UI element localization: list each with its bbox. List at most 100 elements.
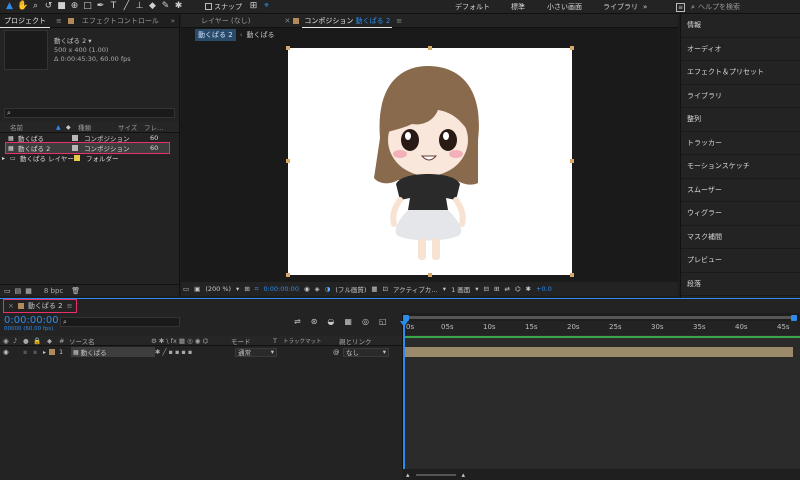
- region-icon[interactable]: ⌗: [255, 285, 259, 294]
- transparency-grid-icon[interactable]: ▦: [371, 285, 377, 293]
- camera-tool-icon[interactable]: ■: [56, 1, 67, 12]
- panel-preview[interactable]: プレビュー: [681, 249, 800, 273]
- pen-tool-icon[interactable]: ✒: [95, 1, 106, 12]
- always-preview-icon[interactable]: ▭: [183, 285, 189, 293]
- label-color-swatch[interactable]: [74, 155, 80, 161]
- clone-tool-icon[interactable]: ⊥: [134, 1, 145, 12]
- dropdown-icon[interactable]: ▾: [443, 285, 446, 293]
- draft-3d-icon[interactable]: ⊛: [311, 317, 318, 326]
- dropdown-icon[interactable]: ▾: [236, 285, 239, 293]
- playhead-handle-icon[interactable]: [400, 321, 408, 327]
- frame-blending-icon[interactable]: ▦: [344, 317, 352, 326]
- tab-composition[interactable]: コンポジション 動くぱる 2: [302, 14, 393, 28]
- layer-number-column[interactable]: #: [59, 337, 69, 345]
- timeline-timecode[interactable]: 0:00:00:00: [4, 315, 59, 326]
- playhead[interactable]: [403, 321, 405, 480]
- toggle-icon[interactable]: ⊟: [484, 285, 489, 293]
- column-mode[interactable]: モード: [231, 336, 273, 346]
- graph-editor-icon[interactable]: ◱: [379, 317, 387, 326]
- panel-mask-interpolation[interactable]: マスク補間: [681, 226, 800, 249]
- label-column-icon[interactable]: ◆: [66, 124, 78, 131]
- project-item[interactable]: ▦ 動くぱる コンポジション 60: [0, 133, 179, 143]
- panel-wiggler[interactable]: ウィグラー: [681, 202, 800, 226]
- column-frame[interactable]: フレ…: [144, 122, 168, 132]
- panel-libraries[interactable]: ライブラリ: [681, 85, 800, 108]
- puppet-tool-icon[interactable]: ✱: [173, 1, 184, 12]
- column-size[interactable]: サイズ: [118, 122, 144, 132]
- new-comp-icon[interactable]: ▦: [25, 287, 32, 295]
- layer-label-swatch[interactable]: [49, 349, 55, 355]
- workspace-default[interactable]: デフォルト: [455, 2, 511, 12]
- solo-toggle[interactable]: ▪: [23, 348, 33, 356]
- column-trackmatte[interactable]: トラックマット: [283, 337, 339, 345]
- timeline-search-input[interactable]: ⌕: [60, 317, 180, 327]
- close-icon[interactable]: ✕: [284, 17, 290, 25]
- exposure-value[interactable]: +0.0: [536, 285, 552, 293]
- sort-arrow-icon[interactable]: ▲: [56, 124, 66, 131]
- label-column-icon[interactable]: ◆: [47, 337, 59, 345]
- panel-align[interactable]: 整列: [681, 108, 800, 132]
- parent-select[interactable]: なし ▾: [343, 347, 389, 357]
- column-parent[interactable]: 親とリンク: [339, 336, 389, 346]
- panel-paragraph[interactable]: 段落: [681, 273, 800, 296]
- tab-layer[interactable]: レイヤー (なし): [197, 14, 254, 28]
- roi-icon[interactable]: ⊡: [383, 285, 388, 293]
- dropdown-icon[interactable]: ▾: [475, 285, 478, 293]
- 3d-icon[interactable]: ⌬: [515, 285, 521, 293]
- eraser-tool-icon[interactable]: ◆: [147, 1, 158, 12]
- trash-icon[interactable]: 🗑: [71, 287, 80, 295]
- shy-icon[interactable]: ◒: [327, 317, 334, 326]
- type-tool-icon[interactable]: T: [108, 1, 119, 12]
- tab-menu-icon[interactable]: ≡: [67, 302, 73, 310]
- panel-motion-sketch[interactable]: モーションスケッチ: [681, 155, 800, 179]
- fast-preview-icon[interactable]: ⇄: [504, 285, 509, 293]
- breadcrumb-item-active[interactable]: 動くぱる 2: [195, 29, 236, 41]
- show-snapshot-icon[interactable]: ◈: [315, 285, 320, 293]
- hand-tool-icon[interactable]: ✋: [17, 1, 28, 12]
- viewer-timecode[interactable]: 0:00:00:00: [263, 285, 299, 293]
- project-item-selected[interactable]: ▦ 動くぱる 2 コンポジション 60: [5, 142, 170, 154]
- new-folder-icon[interactable]: ▤: [15, 287, 22, 295]
- panel-effects-presets[interactable]: エフェクト＆プリセット: [681, 61, 800, 85]
- workspace-more-icon[interactable]: »: [643, 3, 653, 11]
- bit-depth[interactable]: 8 bpc: [44, 287, 63, 295]
- zoom-level[interactable]: (200 %): [205, 285, 231, 293]
- brush-tool-icon[interactable]: ╱: [121, 1, 132, 12]
- selection-tool-icon[interactable]: ▲: [4, 1, 15, 12]
- panel-info[interactable]: 情報: [681, 14, 800, 38]
- channel-icon[interactable]: ◑: [325, 285, 331, 293]
- snap-toggle[interactable]: スナップ ⊞ ⌖: [205, 1, 273, 12]
- audio-column-icon[interactable]: ♪: [13, 337, 23, 345]
- panel-overflow-icon[interactable]: »: [171, 17, 175, 25]
- visibility-eye-icon[interactable]: ◉: [3, 348, 13, 356]
- project-item[interactable]: ▸ ▭ 動くぱる レイヤー フォルダー: [0, 153, 179, 164]
- label-color-swatch[interactable]: [72, 135, 78, 141]
- snap-target-icon[interactable]: ⌖: [261, 1, 272, 12]
- zoom-in-icon[interactable]: ▴: [462, 471, 466, 479]
- snapshot-icon[interactable]: ◉: [304, 285, 310, 293]
- zoom-out-icon[interactable]: ▴: [406, 471, 410, 479]
- composition-canvas[interactable]: [286, 46, 574, 277]
- rotate-tool-icon[interactable]: ↺: [43, 1, 54, 12]
- workspace-menu-icon[interactable]: ≡: [676, 2, 686, 12]
- tab-menu-icon[interactable]: ≡: [56, 17, 62, 25]
- column-type[interactable]: 種類: [78, 122, 118, 132]
- work-area-range[interactable]: [409, 316, 791, 319]
- project-search-input[interactable]: ⌕: [4, 108, 175, 118]
- snap-checkbox[interactable]: [205, 3, 212, 10]
- breadcrumb-item[interactable]: 動くぱる: [247, 30, 275, 40]
- panel-audio[interactable]: オーディオ: [681, 38, 800, 61]
- disclosure-triangle-icon[interactable]: ▸: [2, 155, 10, 162]
- motion-blur-icon[interactable]: ◎: [362, 317, 369, 326]
- comp-flowchart-icon[interactable]: ⇌: [294, 317, 301, 326]
- zoom-tool-icon[interactable]: ⌕: [30, 1, 41, 12]
- label-color-swatch[interactable]: [72, 145, 78, 151]
- switches-column-icons[interactable]: ⚙ ✱ \ fx ▦ ◎ ◉ ⌬: [151, 337, 231, 345]
- time-ruler[interactable]: 0s 05s 10s 15s 20s 25s 30s 35s 40s 45s: [403, 321, 800, 335]
- tab-effect-controls[interactable]: エフェクトコントロール: [78, 14, 163, 28]
- selected-item-name[interactable]: 動くぱる 2 ▾: [54, 37, 131, 46]
- panel-smoother[interactable]: スムーザー: [681, 179, 800, 202]
- workspace-standard[interactable]: 標準: [511, 2, 547, 12]
- view-layout[interactable]: 1 画面: [451, 284, 470, 294]
- workspace-small-screen[interactable]: 小さい画面: [547, 2, 603, 12]
